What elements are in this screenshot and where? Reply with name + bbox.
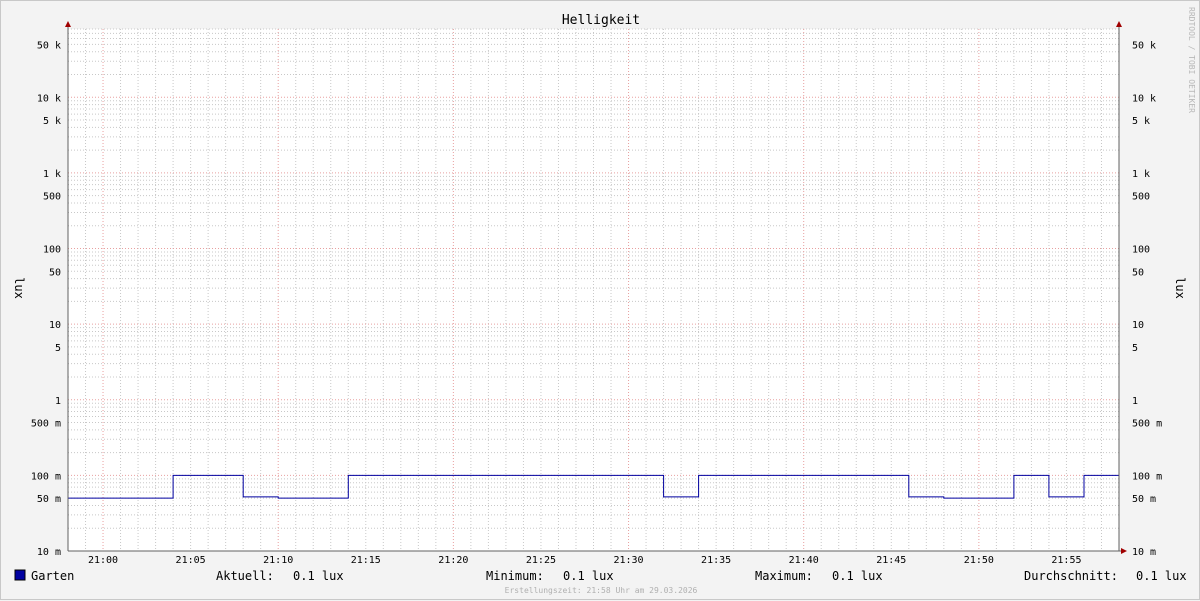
x-tick-label: 21:10 xyxy=(263,555,293,566)
y-tick-label: 5 k xyxy=(1132,116,1150,127)
y-tick-label: 50 m xyxy=(37,494,61,505)
legend-stat-current-value: 0.1 lux xyxy=(293,569,344,583)
y-tick-label: 500 m xyxy=(31,419,61,430)
y-tick-label: 10 m xyxy=(37,547,61,558)
x-tick-label: 21:30 xyxy=(613,555,643,566)
y-axis-label-right: lux xyxy=(1173,277,1187,299)
y-tick-label: 1 k xyxy=(1132,169,1150,180)
y-axis-left-arrow-icon xyxy=(65,21,71,27)
y-tick-label: 10 xyxy=(1132,320,1144,331)
y-tick-label: 500 m xyxy=(1132,419,1162,430)
legend-stat-average-label: Durchschnitt: xyxy=(1024,569,1118,583)
y-tick-label: 500 xyxy=(1132,192,1150,203)
legend-stat-average-value: 0.1 lux xyxy=(1136,569,1187,583)
x-tick-label: 21:40 xyxy=(789,555,819,566)
y-tick-label: 10 m xyxy=(1132,547,1156,558)
x-tick-label: 21:15 xyxy=(351,555,381,566)
y-tick-label: 5 xyxy=(55,343,61,354)
x-tick-label: 21:35 xyxy=(701,555,731,566)
y-tick-label: 100 m xyxy=(31,471,61,482)
creation-time-footer: Erstellungszeit: 21:58 Uhr am 29.03.2026 xyxy=(505,586,698,595)
x-tick-label: 21:25 xyxy=(526,555,556,566)
x-tick-label: 21:50 xyxy=(964,555,994,566)
y-tick-label: 50 xyxy=(49,267,61,278)
x-tick-label: 21:05 xyxy=(176,555,206,566)
y-tick-label: 50 k xyxy=(1132,40,1156,51)
y-tick-label: 50 k xyxy=(37,40,61,51)
y-tick-label: 1 xyxy=(55,396,61,407)
x-tick-label: 21:45 xyxy=(876,555,906,566)
x-tick-label: 21:55 xyxy=(1051,555,1081,566)
y-tick-label: 100 xyxy=(43,245,61,256)
y-tick-label: 1 k xyxy=(43,169,61,180)
legend: Garten Aktuell: 0.1 lux Minimum: 0.1 lux… xyxy=(14,569,1187,583)
y-tick-label: 5 k xyxy=(43,116,61,127)
y-tick-label: 10 k xyxy=(1132,93,1156,104)
graph-frame: 50 k 10 k 5 k 1 k 500 100 50 10 5 1 500 m 100 m 50 m… xyxy=(0,0,1200,600)
legend-swatch-garten xyxy=(14,569,26,581)
y-tick-label: 10 k xyxy=(37,93,61,104)
legend-stat-minimum-value: 0.1 lux xyxy=(563,569,614,583)
y-axis-right-arrow-icon xyxy=(1116,21,1122,27)
y-tick-label: 100 m xyxy=(1132,471,1162,482)
y-tick-label: 10 xyxy=(49,320,61,331)
chart-title: Helligkeit xyxy=(562,13,640,28)
y-tick-labels-right: 50 k 10 k 5 k 1 k 500 100 50 10 5 1 500 m 100 m 50 m… xyxy=(1132,40,1162,558)
legend-stat-minimum-label: Minimum: xyxy=(486,569,544,583)
y-tick-label: 50 xyxy=(1132,267,1144,278)
y-axis-label-left: lux xyxy=(12,277,26,299)
y-tick-label: 50 m xyxy=(1132,494,1156,505)
rrdtool-watermark: RRDTOOL / TOBI OETIKER xyxy=(1187,7,1196,113)
x-tick-label: 21:20 xyxy=(438,555,468,566)
y-tick-label: 5 xyxy=(1132,343,1138,354)
legend-stat-maximum-value: 0.1 lux xyxy=(832,569,883,583)
x-axis-arrow-icon xyxy=(1121,548,1127,554)
x-tick-label: 21:00 xyxy=(88,555,118,566)
y-tick-labels-left: 50 k 10 k 5 k 1 k 500 100 50 10 5 1 500 m 100 m 50 m… xyxy=(31,40,61,558)
legend-series-name: Garten xyxy=(31,569,74,583)
legend-stat-maximum-label: Maximum: xyxy=(755,569,813,583)
x-tick-labels: 21:00 21:05 21:10 21:15 21:20 21:25 21:30 21:35… xyxy=(88,555,1082,566)
y-tick-label: 500 xyxy=(43,192,61,203)
brightness-chart: 50 k 10 k 5 k 1 k 500 100 50 10 5 1 500 m 100 m 50 m… xyxy=(12,7,1196,595)
y-tick-label: 1 xyxy=(1132,396,1138,407)
y-tick-label: 100 xyxy=(1132,245,1150,256)
legend-stat-current-label: Aktuell: xyxy=(216,569,274,583)
